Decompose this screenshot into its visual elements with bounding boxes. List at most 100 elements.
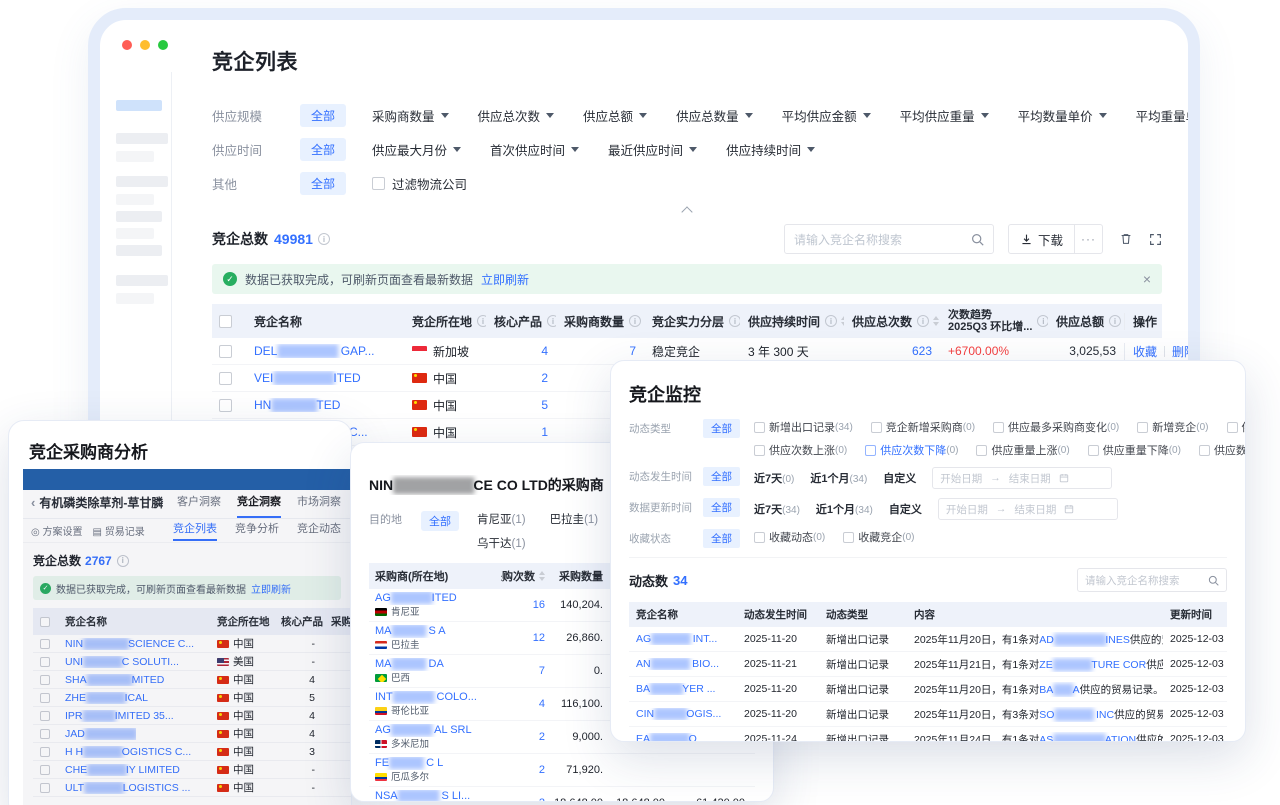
close-banner-icon[interactable]: × — [1143, 271, 1151, 287]
supply-times-link[interactable]: 623 — [912, 344, 932, 358]
time-option[interactable]: 近7天(34) — [754, 501, 800, 517]
row-checkbox[interactable] — [40, 675, 50, 685]
destination-option[interactable]: 乌干达(1) — [477, 535, 526, 551]
download-button[interactable]: 下载 — [1009, 225, 1074, 253]
core-products-link[interactable]: 1 — [541, 425, 548, 439]
delete-link[interactable]: 删除 — [1172, 343, 1196, 360]
row-checkbox[interactable] — [40, 747, 50, 757]
company-name-link[interactable]: VEI████████ITED — [254, 371, 361, 385]
sidebar-skeleton-item[interactable] — [116, 293, 154, 304]
favorite-link[interactable]: 收藏 — [1133, 343, 1157, 360]
company-name-link[interactable]: NIN███████SCIENCE C... — [65, 638, 194, 650]
sort-icon[interactable] — [933, 316, 939, 326]
filter-chip-all[interactable]: 全部 — [703, 467, 740, 486]
type-checkbox[interactable]: 供应数量上涨(0) — [1199, 442, 1246, 458]
filter-dropdown[interactable]: 供应最大月份 — [372, 140, 461, 159]
filter-dropdown[interactable]: 采购商数量 — [372, 106, 449, 125]
destination-option[interactable]: 巴拉圭(1) — [550, 511, 599, 527]
company-name-link[interactable]: EA██████O — [636, 733, 697, 742]
company-name-link[interactable]: JAD████████ — [65, 728, 136, 740]
minimize-window-icon[interactable] — [140, 40, 150, 50]
company-name-link[interactable]: DEL████████ GAP... — [254, 344, 375, 358]
monitor-search-input[interactable]: 请输入竞企名称搜索 — [1077, 568, 1227, 592]
filter-chip-all[interactable]: 全部 — [300, 172, 346, 195]
row-checkbox[interactable] — [40, 711, 50, 721]
type-checkbox[interactable]: 新增出口记录(34) — [754, 419, 853, 435]
sidebar-skeleton-item[interactable] — [116, 228, 154, 239]
filter-chip-all[interactable]: 全部 — [703, 529, 740, 548]
filter-chip-all[interactable]: 全部 — [703, 419, 740, 438]
collapse-filters-handle[interactable] — [212, 202, 1162, 220]
buyer-name-link[interactable]: MA█████ DA — [375, 658, 444, 671]
buyer-name-link[interactable]: NSA██████ S LI... — [375, 790, 470, 803]
purchase-times-link[interactable]: 2 — [539, 764, 545, 776]
fullscreen-button[interactable] — [1149, 233, 1162, 246]
col-trend[interactable]: 次数趋势2025Q3 环比增... — [940, 309, 1048, 333]
core-products-link[interactable]: 5 — [541, 398, 548, 412]
filter-dropdown[interactable]: 平均数量单价 — [1018, 106, 1107, 125]
custom-range-label[interactable]: 自定义 — [883, 470, 916, 486]
row-checkbox[interactable] — [219, 345, 232, 358]
type-checkbox[interactable]: 供应金额上涨(0) — [1227, 419, 1247, 435]
tab-competitor-insight[interactable]: 竞企洞察 — [237, 493, 281, 518]
refresh-now-link[interactable]: 立即刷新 — [481, 271, 529, 288]
company-name-link[interactable]: AG██████ INT... — [636, 633, 717, 645]
company-name-link[interactable]: H H██████OGISTICS C... — [65, 746, 191, 758]
favorite-checkbox[interactable]: 收藏竞企(0) — [843, 529, 914, 545]
col-purchase-times[interactable]: 采购次数 — [501, 568, 551, 584]
purchase-times-link[interactable]: 4 — [539, 698, 545, 710]
company-name-link[interactable]: IPR█████IMITED 35... — [65, 710, 174, 722]
tab-customer-insight[interactable]: 客户洞察 — [177, 493, 221, 518]
breadcrumb[interactable]: ‹有机磷类除草剂-草甘膦 — [31, 494, 163, 518]
subtab-competitor-list[interactable]: 竞企列表 — [173, 520, 217, 541]
row-checkbox[interactable] — [219, 399, 232, 412]
filter-dropdown[interactable]: 最近供应时间 — [608, 140, 697, 159]
filter-dropdown[interactable]: 供应总数量 — [676, 106, 753, 125]
filter-dropdown[interactable]: 平均重量单价 — [1136, 106, 1200, 125]
destination-option[interactable]: 肯尼亚(1) — [477, 511, 526, 527]
time-option[interactable]: 近1个月(34) — [816, 501, 873, 517]
close-window-icon[interactable] — [122, 40, 132, 50]
row-checkbox[interactable] — [40, 693, 50, 703]
sidebar-skeleton-item[interactable] — [116, 194, 154, 205]
sidebar-skeleton-item[interactable] — [116, 151, 154, 162]
time-option[interactable]: 近7天(0) — [754, 470, 794, 486]
tab-market-insight[interactable]: 市场洞察 — [297, 493, 341, 518]
company-name-link[interactable]: AN██████ BIO... — [636, 658, 719, 670]
filter-chip-all[interactable]: 全部 — [703, 498, 740, 517]
sidebar-skeleton-item[interactable] — [116, 245, 162, 256]
search-input[interactable]: 请输入竞企名称搜索 — [784, 224, 994, 254]
filter-chip-all[interactable]: 全部 — [300, 138, 346, 161]
maximize-window-icon[interactable] — [158, 40, 168, 50]
date-range-input[interactable]: 开始日期→结束日期 — [932, 467, 1112, 489]
company-name-link[interactable]: ZHE██████ICAL — [65, 692, 148, 704]
subtab-competitor-activity[interactable]: 竞企动态 — [297, 520, 341, 541]
sidebar-skeleton-item[interactable] — [116, 275, 168, 286]
company-name-link[interactable]: CHE██████IY LIMITED — [65, 764, 180, 776]
type-checkbox[interactable]: 供应次数上涨(0) — [754, 442, 847, 458]
company-name-link[interactable]: UNI██████C SOLUTI... — [65, 656, 179, 668]
buyer-name-link[interactable]: AG██████ AL SRL — [375, 724, 472, 737]
purchase-times-link[interactable]: 2 — [539, 731, 545, 743]
row-checkbox[interactable] — [219, 372, 232, 385]
select-all-checkbox[interactable] — [219, 315, 232, 328]
sidebar-item-active[interactable] — [116, 100, 162, 111]
core-products-link[interactable]: 4 — [541, 344, 548, 358]
filter-dropdown[interactable]: 平均供应重量 — [900, 106, 989, 125]
type-checkbox[interactable]: 新增竞企(0) — [1137, 419, 1208, 435]
purchase-times-link[interactable]: 2 — [539, 797, 545, 802]
col-buyer-count[interactable]: 采购商数量 — [556, 313, 644, 330]
sidebar-skeleton-item[interactable] — [116, 211, 162, 222]
filter-dropdown[interactable]: 首次供应时间 — [490, 140, 579, 159]
col-supply-times[interactable]: 供应总次数 — [844, 313, 940, 330]
sidebar-skeleton-item[interactable] — [116, 176, 168, 187]
filter-dropdown[interactable]: 供应总次数 — [478, 106, 555, 125]
row-checkbox[interactable] — [40, 657, 50, 667]
col-supply-duration[interactable]: 供应持续时间 — [740, 313, 844, 330]
date-range-input[interactable]: 开始日期→结束日期 — [938, 498, 1118, 520]
company-name-link[interactable]: CIN█████OGIS... — [636, 708, 721, 720]
company-name-link[interactable]: ULT██████LOGISTICS ... — [65, 782, 190, 794]
core-products-link[interactable]: 2 — [541, 371, 548, 385]
custom-range-label[interactable]: 自定义 — [889, 501, 922, 517]
select-all-checkbox[interactable] — [40, 617, 50, 627]
